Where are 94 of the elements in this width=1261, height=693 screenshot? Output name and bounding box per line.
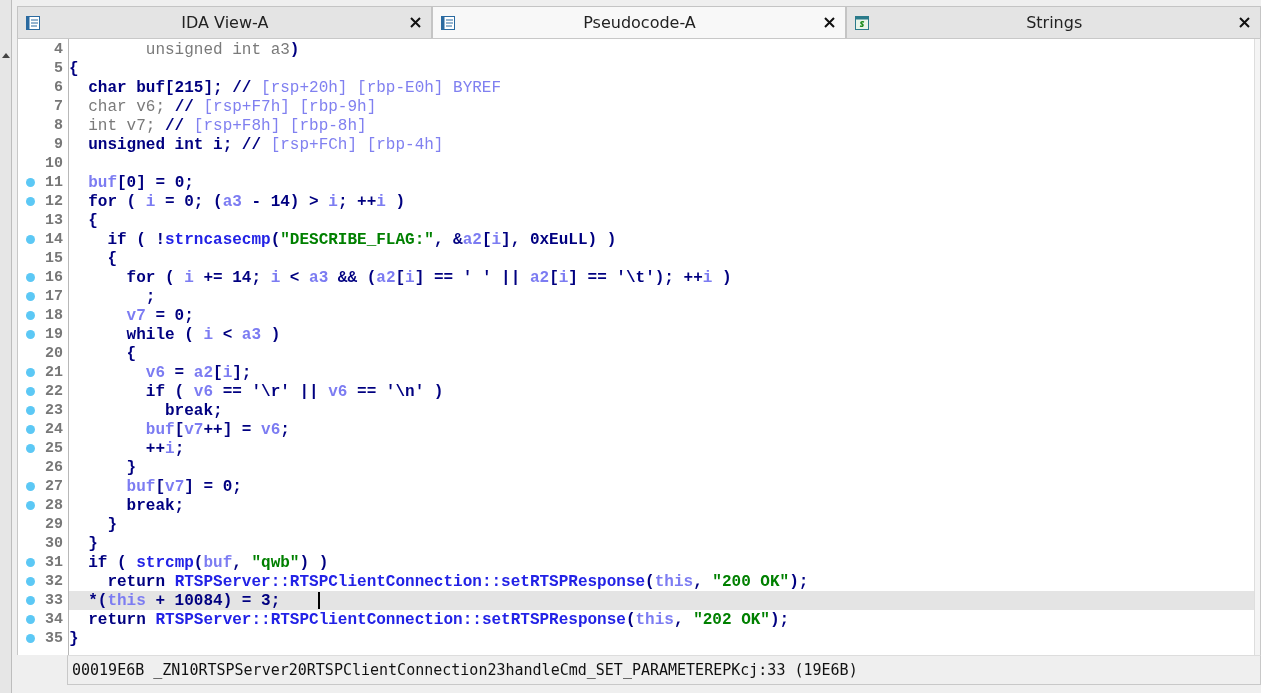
breakpoint-dot[interactable]	[26, 273, 35, 282]
code-line: for ( i = 0; (a3 - 14) > i; ++i )	[87, 192, 406, 211]
close-icon[interactable]	[409, 17, 421, 28]
breakpoint-dot[interactable]	[26, 387, 35, 396]
code-line: buf[v7] = 0;	[125, 477, 242, 496]
tab[interactable]: Pseudocode-A	[431, 6, 847, 38]
code-line: unsigned int a3)	[144, 40, 300, 59]
line-number: 15	[45, 250, 63, 267]
document-window-icon	[440, 15, 455, 30]
close-icon[interactable]	[824, 17, 836, 28]
line-number: 16	[45, 269, 63, 286]
breakpoint-dot[interactable]	[26, 178, 35, 187]
code-line: return RTSPServer::RTSPClientConnection::setRTSPResponse(this, "200 OK");	[106, 572, 809, 591]
line-number: 27	[45, 478, 63, 495]
line-number: 32	[45, 573, 63, 590]
code-line: char v6; // [rsp+F7h] [rbp-9h]	[87, 97, 377, 116]
tab[interactable]: IDA View-A	[17, 6, 432, 38]
breakpoint-dot[interactable]	[26, 368, 35, 377]
line-number: 10	[45, 155, 63, 172]
code-line: unsigned int i; // [rsp+FCh] [rbp-4h]	[87, 135, 444, 154]
breakpoint-dot[interactable]	[26, 558, 35, 567]
line-number: 22	[45, 383, 63, 400]
strings-window-icon	[855, 15, 870, 30]
code-line: char buf[215]; // [rsp+20h] [rbp-E0h] BYREF	[87, 78, 502, 97]
code-line: {	[69, 59, 79, 78]
line-number: 30	[45, 535, 63, 552]
line-number: 31	[45, 554, 63, 571]
line-number: 9	[54, 136, 63, 153]
code-line: ;	[144, 287, 156, 306]
line-number: 11	[45, 174, 63, 191]
breakpoint-dot[interactable]	[26, 482, 35, 491]
line-number: 17	[45, 288, 63, 305]
code-line: }	[106, 515, 117, 534]
line-number: 8	[54, 117, 63, 134]
code-line: }	[125, 458, 137, 477]
code-line: *(this + 10084) = 3;	[87, 591, 281, 610]
line-number: 26	[45, 459, 63, 476]
breakpoint-dot[interactable]	[26, 425, 35, 434]
line-number: 21	[45, 364, 63, 381]
line-number: 7	[54, 98, 63, 115]
line-number: 12	[45, 193, 63, 210]
code-line: for ( i += 14; i < a3 && (a2[i] == ' ' || a2[i] == '\t'); ++i )	[125, 268, 732, 287]
line-number: 18	[45, 307, 63, 324]
line-number: 34	[45, 611, 63, 628]
breakpoint-dot[interactable]	[26, 311, 35, 320]
line-number: 19	[45, 326, 63, 343]
line-number: 25	[45, 440, 63, 457]
breakpoint-dot[interactable]	[26, 596, 35, 605]
line-number: 13	[45, 212, 63, 229]
code-line: int v7; // [rsp+F8h] [rbp-8h]	[87, 116, 367, 135]
breakpoint-dot[interactable]	[26, 444, 35, 453]
code-line: {	[125, 344, 137, 363]
code-line: }	[87, 534, 98, 553]
line-number: 5	[54, 60, 63, 77]
code-line: {	[87, 211, 98, 230]
breakpoint-dot[interactable]	[26, 197, 35, 206]
line-number: 24	[45, 421, 63, 438]
close-icon[interactable]	[1239, 17, 1250, 28]
line-number: 35	[45, 630, 63, 647]
text-cursor	[318, 592, 321, 609]
code-line: }	[69, 629, 79, 648]
code-line: v6 = a2[i];	[144, 363, 252, 382]
breakpoint-dot[interactable]	[26, 615, 35, 624]
scroll-up-icon[interactable]	[1, 52, 10, 58]
line-number: 4	[54, 41, 63, 58]
breakpoint-dot[interactable]	[26, 330, 35, 339]
line-number: 20	[45, 345, 63, 362]
code-line: v7 = 0;	[125, 306, 194, 325]
line-number: 23	[45, 402, 63, 419]
code-line: if ( strcmp(buf, "qwb") )	[87, 553, 329, 572]
line-number: 33	[45, 592, 63, 609]
line-number: 6	[54, 79, 63, 96]
line-number: 28	[45, 497, 63, 514]
breakpoint-dot[interactable]	[26, 406, 35, 415]
code-line: ++i;	[144, 439, 185, 458]
breakpoint-dot[interactable]	[26, 235, 35, 244]
status-bar-text: 00019E6B _ZN10RTSPServer20RTSPClientConnection23handleCmd_SET_PARAMETEREPKcj:33 (19E6B)	[67, 655, 1261, 685]
line-number: 29	[45, 516, 63, 533]
code-line: return RTSPServer::RTSPClientConnection::setRTSPResponse(this, "202 OK");	[87, 610, 790, 629]
breakpoint-dot[interactable]	[26, 501, 35, 510]
code-line: if ( v6 == '\r' || v6 == '\n' )	[144, 382, 444, 401]
code-line: buf[v7++] = v6;	[144, 420, 290, 439]
breakpoint-dot[interactable]	[26, 577, 35, 586]
line-number: 14	[45, 231, 63, 248]
tab[interactable]: Strings	[846, 6, 1261, 38]
code-line: break;	[125, 496, 185, 515]
breakpoint-dot[interactable]	[26, 634, 35, 643]
code-line: break;	[164, 401, 223, 420]
code-line: while ( i < a3 )	[125, 325, 281, 344]
code-line: {	[106, 249, 117, 268]
code-line: if ( !strncasecmp("DESCRIBE_FLAG:", &a2[i], 0xEuLL) )	[106, 230, 617, 249]
code-line: buf[0] = 0;	[87, 173, 194, 192]
breakpoint-dot[interactable]	[26, 292, 35, 301]
document-window-icon	[26, 15, 40, 30]
